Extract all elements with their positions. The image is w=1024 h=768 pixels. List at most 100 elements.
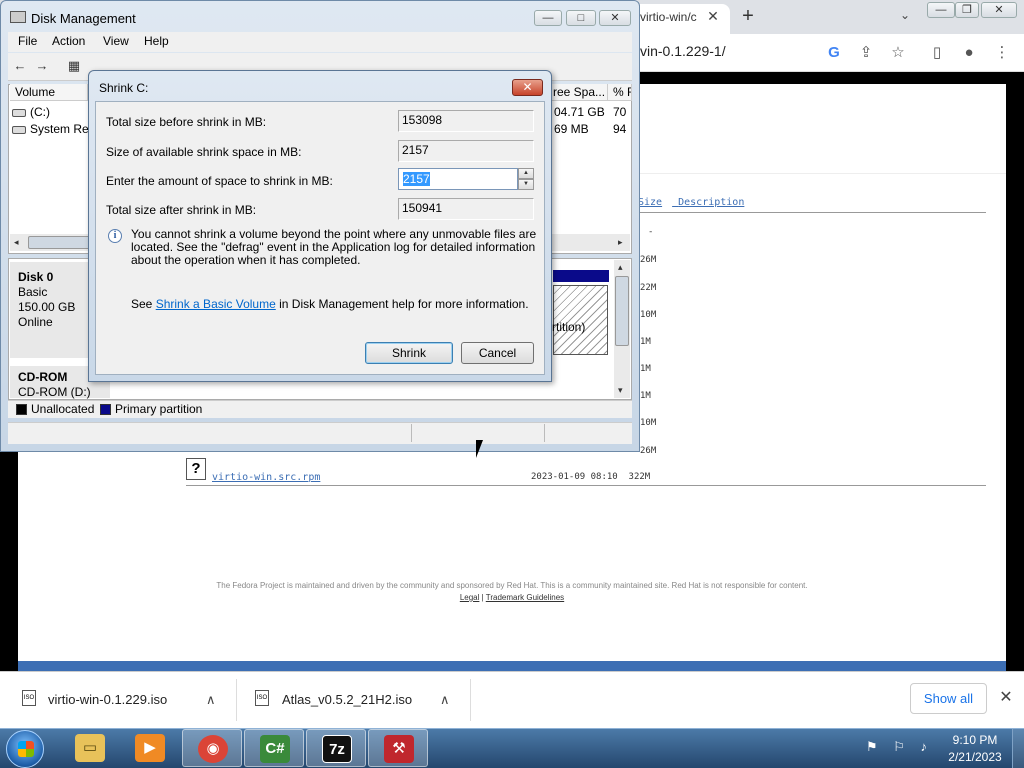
- address-bar[interactable]: vin-0.1.229-1/: [640, 43, 726, 59]
- spin-down-button[interactable]: ▼: [518, 179, 534, 190]
- shrink-button[interactable]: Shrink: [365, 342, 453, 364]
- column-free-space[interactable]: ree Spa...: [548, 84, 608, 101]
- close-button[interactable]: ✕: [599, 10, 631, 26]
- tab-search-icon[interactable]: ⌄: [896, 8, 914, 26]
- menu-view[interactable]: View: [103, 34, 129, 48]
- close-icon[interactable]: ✕: [512, 79, 543, 96]
- show-desktop-button[interactable]: [1012, 729, 1024, 768]
- column-description-link[interactable]: Description: [678, 197, 744, 208]
- shrink-amount-label: Enter the amount of space to shrink in M…: [106, 174, 333, 188]
- file-link-virtio-win-src-rpm[interactable]: virtio-win.src.rpm: [212, 472, 320, 483]
- page-bottom-bar: [18, 661, 1006, 671]
- cancel-button[interactable]: Cancel: [461, 342, 534, 364]
- scroll-left-icon[interactable]: ◂: [14, 237, 19, 248]
- shrink-amount-input[interactable]: 2157: [398, 168, 518, 190]
- total-size-before-label: Total size before shrink in MB:: [106, 115, 267, 129]
- parent-dir-size: -: [648, 227, 654, 237]
- close-icon[interactable]: ✕: [997, 688, 1015, 708]
- horizontal-scroll-thumb[interactable]: [28, 236, 90, 249]
- listing-header: Size Description: [638, 197, 754, 208]
- total-size-after-label: Total size after shrink in MB:: [106, 203, 257, 217]
- file-date: 2023-01-09 08:10: [531, 472, 618, 482]
- browser-minimize-button[interactable]: —: [927, 2, 955, 18]
- browser-tab-title[interactable]: virtio-win/c: [640, 10, 697, 24]
- show-all-downloads-button[interactable]: Show all: [910, 683, 987, 714]
- legend-primary-partition: Primary partition: [115, 402, 203, 416]
- profile-avatar-icon[interactable]: ●: [959, 43, 979, 63]
- volume-percent-free: 94: [613, 122, 627, 136]
- volume-row-system-reserved[interactable]: System Res: [12, 122, 95, 136]
- menu-help[interactable]: Help: [144, 34, 169, 48]
- file-date-size: 2023-01-09 08:10 322M: [531, 472, 650, 482]
- shrink-amount-selected-text: 2157: [403, 172, 430, 186]
- console-tree-icon[interactable]: ▦: [66, 58, 82, 74]
- file-size: 22M: [640, 283, 657, 293]
- dialog-title: Shrink C:: [99, 81, 149, 95]
- help-suffix: in Disk Management help for more informa…: [279, 297, 529, 311]
- start-button[interactable]: [6, 730, 44, 768]
- download-item-virtio-win[interactable]: virtio-win-0.1.229.iso: [48, 692, 167, 707]
- back-icon[interactable]: ←: [12, 58, 28, 74]
- folder-icon: ▭: [75, 734, 105, 762]
- available-shrink-value: 2157: [398, 140, 534, 162]
- clock-date[interactable]: 2/21/2023: [944, 750, 1006, 764]
- download-item-atlas[interactable]: Atlas_v0.5.2_21H2.iso: [282, 692, 412, 707]
- disk-management-app-icon: [10, 11, 26, 23]
- iso-file-icon: ISO: [255, 690, 269, 706]
- chevron-up-icon[interactable]: ∧: [206, 692, 216, 708]
- file-size: 1M: [640, 364, 651, 374]
- partition-label: rtition): [552, 320, 586, 334]
- footer-link-trademark[interactable]: Trademark Guidelines: [486, 593, 564, 602]
- taskbar-app-media-player[interactable]: ▶: [120, 729, 180, 767]
- download-divider: [470, 679, 471, 721]
- taskbar-app-chrome[interactable]: ◉: [182, 729, 242, 767]
- volume-row-c[interactable]: (C:): [12, 105, 50, 119]
- column-size-link[interactable]: Size: [638, 197, 662, 208]
- 7zip-icon: 7z: [322, 735, 352, 763]
- vertical-scroll-thumb[interactable]: [615, 276, 629, 346]
- footer-link-legal[interactable]: Legal: [460, 593, 480, 602]
- info-icon: i: [108, 229, 122, 243]
- spin-up-button[interactable]: ▲: [518, 168, 534, 179]
- drive-icon: [12, 125, 26, 134]
- scroll-up-icon[interactable]: ▴: [618, 262, 623, 273]
- taskbar-app-csharp[interactable]: C#: [244, 729, 304, 767]
- legend-unallocated: Unallocated: [31, 402, 95, 416]
- scroll-down-icon[interactable]: ▾: [618, 385, 623, 396]
- download-divider: [236, 679, 237, 721]
- total-size-after-value: 150941: [398, 198, 534, 220]
- column-percent-free[interactable]: % F: [608, 84, 632, 101]
- new-tab-button[interactable]: +: [738, 6, 758, 26]
- column-volume[interactable]: Volume: [10, 84, 88, 101]
- browser-maximize-button[interactable]: ❐: [955, 2, 979, 18]
- forward-icon[interactable]: →: [34, 58, 50, 74]
- scroll-right-icon[interactable]: ▸: [618, 237, 623, 248]
- iso-file-icon: ISO: [22, 690, 36, 706]
- side-panel-icon[interactable]: ▯: [927, 43, 947, 63]
- taskbar-app-toolbox[interactable]: ⚒: [368, 729, 428, 767]
- menu-file[interactable]: File: [18, 34, 37, 48]
- clock-time[interactable]: 9:10 PM: [944, 733, 1006, 747]
- chevron-up-icon[interactable]: ∧: [440, 692, 450, 708]
- volume-name: (C:): [30, 105, 50, 119]
- google-lens-icon[interactable]: G: [824, 43, 844, 63]
- taskbar-app-explorer[interactable]: ▭: [60, 729, 120, 767]
- volume-free-space: 04.71 GB: [554, 105, 605, 119]
- footer-separator: |: [481, 593, 484, 602]
- share-icon[interactable]: ⇪: [856, 43, 876, 63]
- browser-close-button[interactable]: ✕: [981, 2, 1017, 18]
- file-size: 26M: [640, 446, 657, 456]
- available-shrink-label: Size of available shrink space in MB:: [106, 145, 302, 159]
- maximize-button[interactable]: □: [566, 10, 596, 26]
- browser-menu-icon[interactable]: ⋮: [992, 43, 1012, 63]
- help-link-shrink-basic-volume[interactable]: Shrink a Basic Volume: [156, 297, 276, 311]
- mouse-cursor-icon: [476, 440, 490, 458]
- minimize-button[interactable]: —: [534, 10, 562, 26]
- taskbar-app-7zip[interactable]: 7z: [306, 729, 366, 767]
- menu-bar: [8, 32, 632, 52]
- menu-action[interactable]: Action: [52, 34, 85, 48]
- bookmark-star-icon[interactable]: ☆: [888, 43, 908, 63]
- tab-close-icon[interactable]: ✕: [705, 8, 721, 24]
- system-tray-icons[interactable]: ⚑ ⚐ ♪: [866, 739, 936, 759]
- cdrom-drive: CD-ROM (D:): [18, 385, 91, 399]
